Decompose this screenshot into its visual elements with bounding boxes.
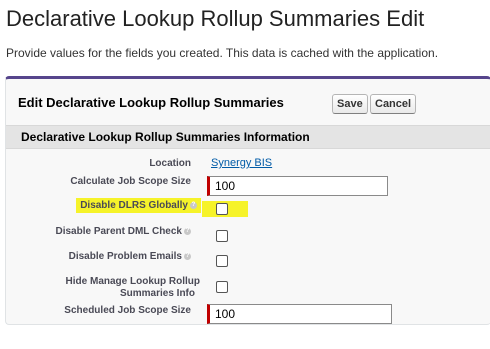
disable-dlrs-globally-text: Disable DLRS Globally [80,200,188,211]
disable-parent-dml-check-checkbox[interactable] [216,230,228,242]
calculate-job-scope-size-input[interactable] [207,176,388,196]
help-icon[interactable]: ? [184,227,191,235]
calculate-job-scope-size-label: Calculate Job Scope Size [70,176,191,187]
disable-dlrs-globally-label: Disable DLRS Globally? [76,198,201,213]
disable-problem-emails-checkbox[interactable] [216,255,228,267]
save-button[interactable]: Save [332,94,368,114]
section-header: Declarative Lookup Rollup Summaries Info… [6,125,490,149]
disable-problem-emails-text: Disable Problem Emails [68,251,182,262]
location-label: Location [149,158,191,169]
scheduled-job-scope-size-input[interactable] [207,304,392,324]
section-title: Declarative Lookup Rollup Summaries Info… [21,130,310,144]
disable-problem-emails-label: Disable Problem Emails? [69,251,191,263]
page-title: Declarative Lookup Rollup Summaries Edit [6,6,425,31]
edit-panel: Edit Declarative Lookup Rollup Summaries… [5,76,490,325]
scheduled-job-scope-size-label: Scheduled Job Scope Size [64,305,191,316]
disable-parent-dml-check-label: Disable Parent DML Check? [55,226,191,238]
hide-manage-lookup-rollup-checkbox[interactable] [216,281,228,293]
hide-manage-lookup-rollup-label: Hide Manage Lookup Rollup Summaries Info [66,276,200,300]
location-link[interactable]: Synergy BIS [211,157,272,169]
panel-title: Edit Declarative Lookup Rollup Summaries [18,95,284,110]
help-icon[interactable]: ? [190,201,197,209]
disable-dlrs-globally-checkbox[interactable] [216,203,228,215]
cancel-button[interactable]: Cancel [370,94,417,114]
page-description: Provide values for the fields you create… [6,46,439,60]
help-icon[interactable]: ? [184,252,191,260]
hide-manage-lookup-rollup-line1: Hide Manage Lookup Rollup [65,276,200,287]
disable-parent-dml-check-text: Disable Parent DML Check [55,226,182,237]
hide-manage-lookup-rollup-line2: Summaries Info [119,288,195,299]
